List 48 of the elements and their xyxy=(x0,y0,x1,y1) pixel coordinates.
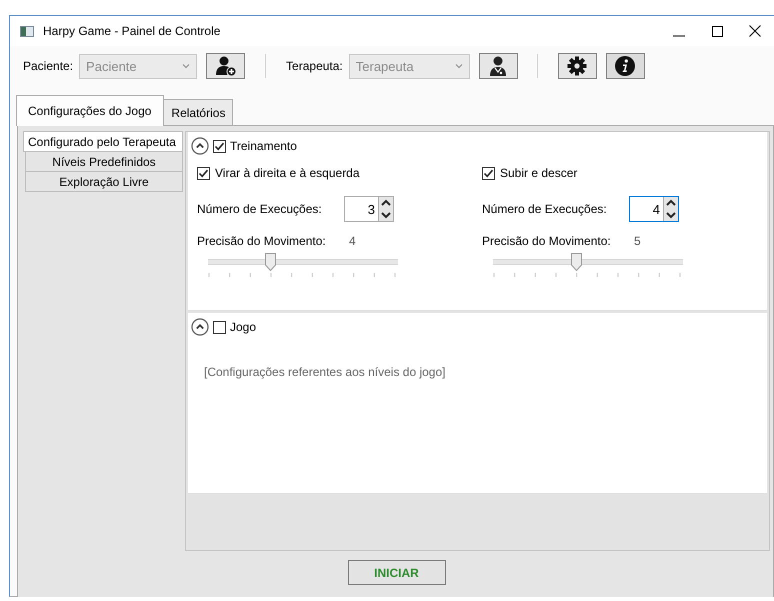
add-user-button[interactable] xyxy=(206,53,246,79)
chevron-down-icon xyxy=(454,63,463,69)
window-title: Harpy Game - Painel de Controle xyxy=(43,24,222,38)
field-value: 4 xyxy=(652,202,661,216)
down-arrow-icon[interactable] xyxy=(664,209,678,221)
down-arrow-icon[interactable] xyxy=(379,209,393,221)
precision-label: Precisão do Movimento: xyxy=(197,234,327,248)
group-title: Treinamento xyxy=(230,139,297,153)
checkbox[interactable] xyxy=(213,320,226,334)
info-button[interactable] xyxy=(606,53,645,79)
precision-value: 5 xyxy=(634,234,641,248)
checkbox-label: Subir e descer xyxy=(500,166,578,180)
runs-label: Número de Execuções: xyxy=(482,202,608,216)
tab[interactable]: Configurações do Jogo xyxy=(16,95,164,126)
checkbox[interactable] xyxy=(197,166,210,180)
patient-label: Paciente: xyxy=(23,59,74,73)
tab[interactable]: Relatórios xyxy=(163,99,234,125)
placeholder-text: [Configurações referentes aos níveis do jogo] xyxy=(203,364,446,379)
group-title: Jogo xyxy=(230,320,256,334)
precision-label: Precisão do Movimento: xyxy=(482,234,612,248)
checkbox[interactable] xyxy=(482,166,495,180)
expander-icon[interactable] xyxy=(191,318,209,336)
field-value: 3 xyxy=(366,202,376,216)
close-icon xyxy=(749,25,761,37)
number-field[interactable]: 3 xyxy=(344,196,394,222)
slider-thumb[interactable] xyxy=(571,253,582,271)
mode-tab[interactable]: Exploração Livre xyxy=(25,172,183,192)
app-icon xyxy=(20,26,34,36)
up-arrow-icon[interactable] xyxy=(379,197,393,209)
mode-tab[interactable]: Configurado pelo Terapeuta xyxy=(23,131,183,152)
up-arrow-icon[interactable] xyxy=(664,197,678,209)
slider-thumb[interactable] xyxy=(265,253,276,271)
add-user-icon xyxy=(214,55,237,77)
expander-icon[interactable] xyxy=(191,137,209,155)
precision-value: 4 xyxy=(349,234,356,248)
maximize-icon xyxy=(712,26,722,36)
therapist-button[interactable] xyxy=(478,53,518,79)
number-field[interactable]: 4 xyxy=(629,196,679,222)
chevron-down-icon xyxy=(182,63,190,69)
therapist-label: Terapeuta: xyxy=(286,59,343,73)
info-icon xyxy=(614,55,636,77)
checkbox-label: Virar à direita e à esquerda xyxy=(215,166,360,180)
runs-label: Número de Execuções: xyxy=(197,202,323,216)
settings-icon xyxy=(566,55,588,77)
settings-button[interactable] xyxy=(558,53,597,79)
checkbox[interactable] xyxy=(213,140,226,152)
mode-tab[interactable]: Níveis Predefinidos xyxy=(25,152,183,172)
minimize-icon xyxy=(673,35,685,37)
